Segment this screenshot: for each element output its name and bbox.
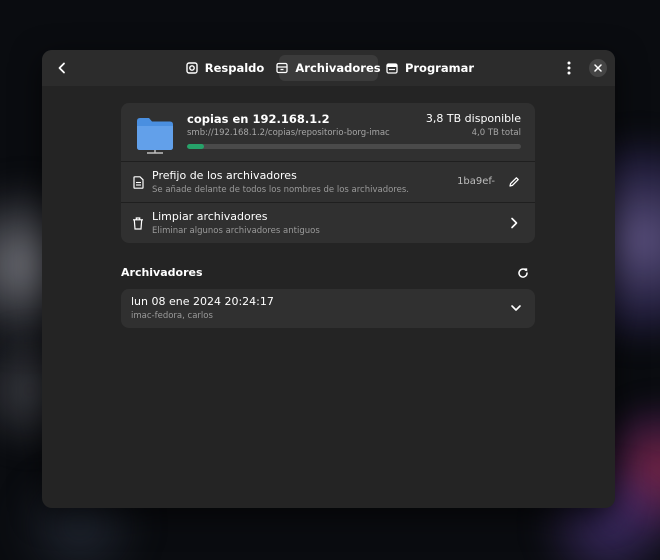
cleanup-subtitle: Eliminar algunos archivadores antiguos [152,226,320,236]
total-space: 4,0 TB total [471,128,521,138]
prefix-value: 1ba9ef- [457,176,495,187]
tab-archivadores[interactable]: Archivadores [276,55,381,81]
repository-card: copias en 192.168.1.2 smb://192.168.1.2/… [121,103,535,243]
back-button[interactable] [48,54,76,82]
cleanup-title: Limpiar archivadores [152,210,268,223]
tab-label: Programar [404,61,475,75]
close-icon [594,64,602,72]
archive-meta: imac-fedora, carlos [131,311,213,321]
kebab-menu-icon [567,61,571,75]
backup-icon [186,62,198,75]
prefix-subtitle: Se añade delante de todos los nombres de… [152,185,409,195]
main-menu-button[interactable] [555,54,583,82]
trash-icon [131,216,145,230]
archive-date: lun 08 ene 2024 20:24:17 [131,295,274,308]
archives-icon [276,62,289,75]
usage-progress-fill [187,144,204,149]
available-space: 3,8 TB disponible [425,112,521,125]
folder-icon [137,118,173,154]
usage-progress-bar [187,144,521,149]
archive-list-item[interactable]: lun 08 ene 2024 20:24:17 imac-fedora, ca… [121,289,535,328]
header-bar: Respaldo Archivadores Programar [42,50,615,86]
tab-label: Respaldo [204,61,265,75]
tab-respaldo[interactable]: Respaldo [186,55,264,81]
tab-programar[interactable]: Programar [386,55,474,81]
refresh-archives-button[interactable] [513,263,533,283]
expand-archive-button[interactable] [505,297,527,319]
edit-prefix-button[interactable] [503,171,525,193]
archives-section-title: Archivadores [121,266,203,279]
repository-title: copias en 192.168.1.2 [187,112,330,126]
calendar-icon [386,62,398,75]
chevron-left-icon [58,62,65,74]
prefix-title: Prefijo de los archivadores [152,169,297,182]
archive-prefix-row[interactable]: Prefijo de los archivadores Se añade del… [121,162,535,202]
document-icon [131,175,145,189]
refresh-icon [518,268,528,278]
cleanup-archives-row[interactable]: Limpiar archivadores Eliminar algunos ar… [121,203,535,243]
app-window: Respaldo Archivadores Programar copias e… [42,50,615,508]
repository-url: smb://192.168.1.2/copias/repositorio-bor… [187,128,390,138]
pencil-icon [509,177,519,187]
tab-label: Archivadores [295,61,381,75]
chevron-down-icon [511,305,521,311]
chevron-right-icon [503,212,525,234]
close-button[interactable] [589,59,607,77]
